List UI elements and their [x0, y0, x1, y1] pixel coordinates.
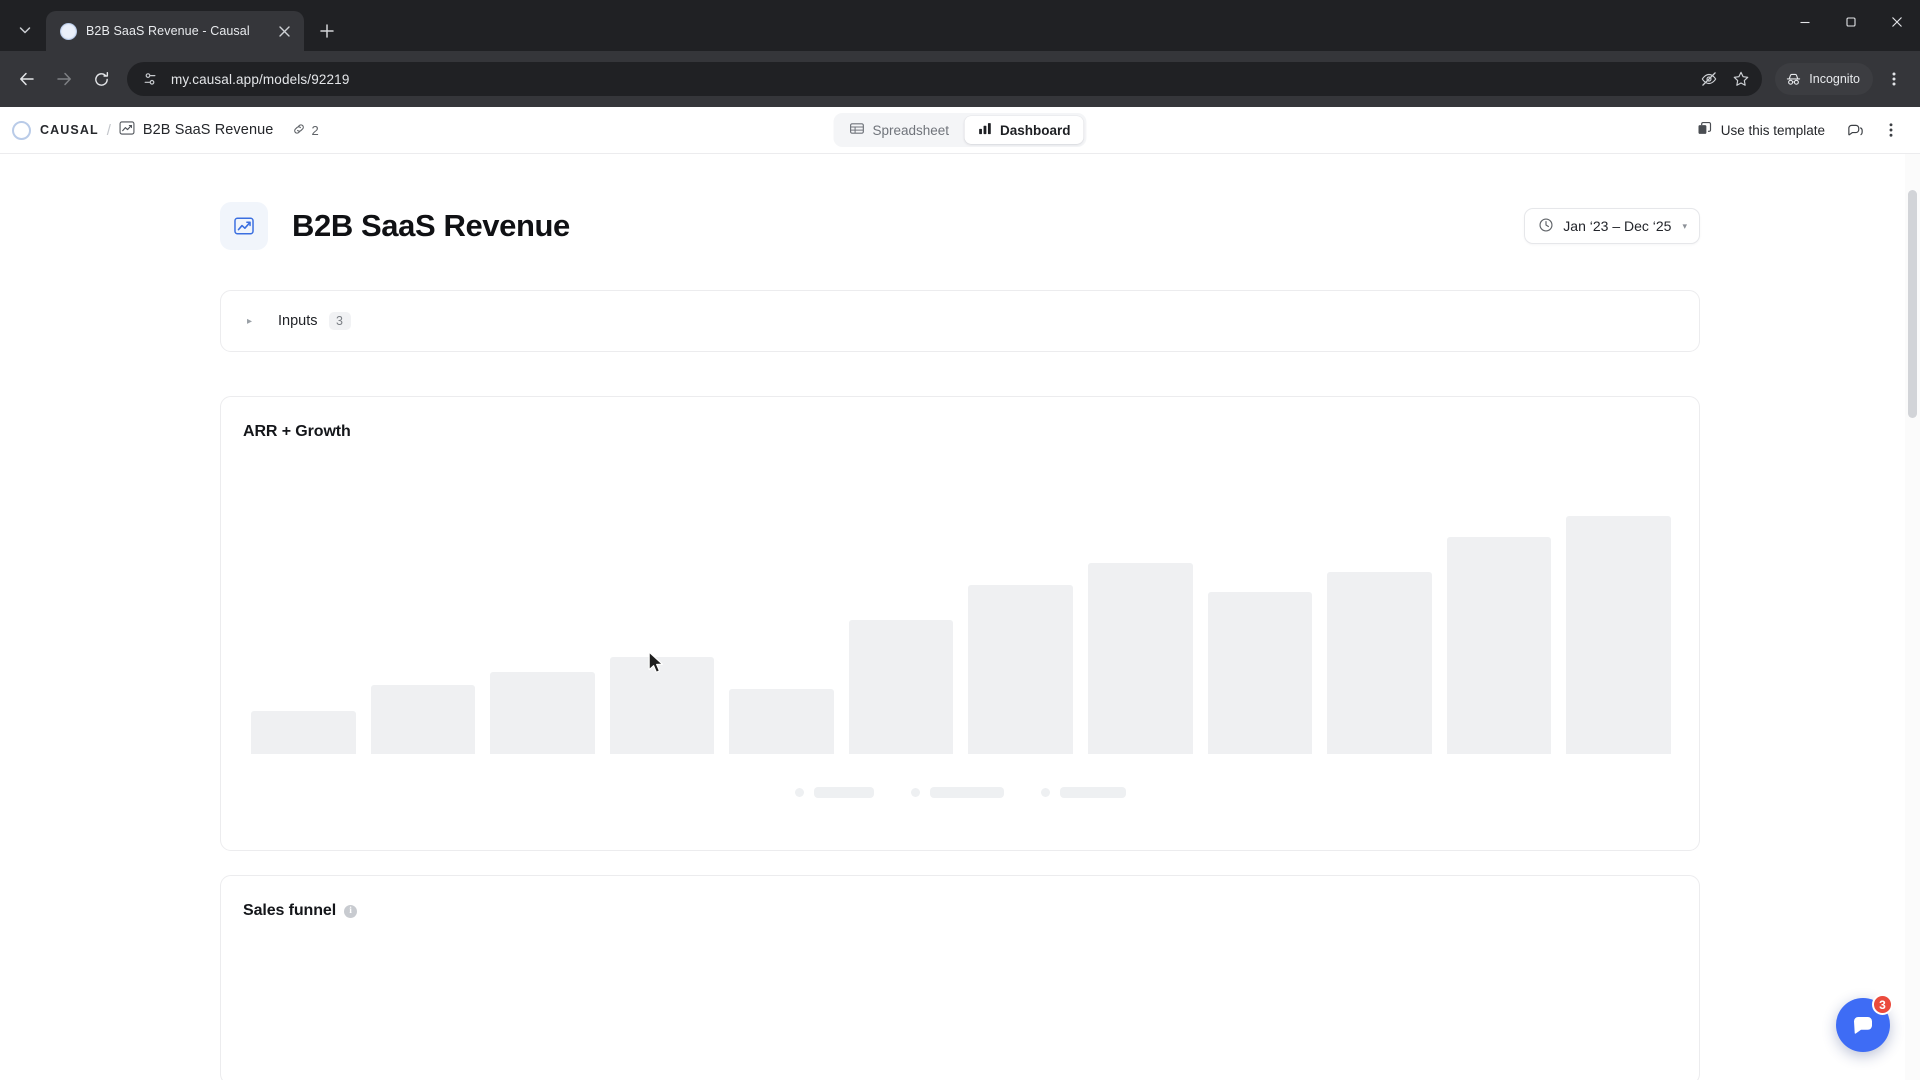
page-title: B2B SaaS Revenue [292, 208, 570, 243]
tab-spreadsheet[interactable]: Spreadsheet [836, 116, 962, 144]
tab-spreadsheet-label: Spreadsheet [872, 122, 950, 138]
legend-dot-icon [794, 788, 804, 797]
inputs-label: Inputs [278, 313, 318, 329]
browser-window: B2B SaaS Revenue - Causal my.causal.app/… [0, 0, 1920, 1080]
browser-tab[interactable]: B2B SaaS Revenue - Causal [46, 11, 304, 51]
dashboard-content: B2B SaaS Revenue Jan ‘23 – Dec ‘25 ▾ ▸ I… [220, 154, 1700, 1080]
page-viewport: CAUSAL / B2B SaaS Revenue 2 Spreadsheet … [0, 107, 1920, 1080]
star-icon[interactable] [1726, 64, 1756, 94]
page-title-row: B2B SaaS Revenue Jan ‘23 – Dec ‘25 ▾ [220, 154, 1700, 250]
scrollbar-thumb[interactable] [1908, 190, 1917, 418]
legend-dot-icon [910, 788, 920, 797]
legend-skeleton-item [910, 787, 1004, 798]
incognito-icon [1787, 73, 1801, 85]
url-text: my.causal.app/models/92219 [171, 71, 350, 87]
copy-icon [1697, 121, 1712, 139]
chat-icon [1854, 1017, 1872, 1034]
tab-dashboard[interactable]: Dashboard [964, 116, 1084, 144]
legend-label-placeholder [1059, 787, 1126, 798]
chart-bar [251, 710, 356, 754]
chart-card-sales-funnel[interactable]: Sales funnel i [220, 875, 1700, 1080]
link-icon [292, 122, 306, 139]
inputs-section[interactable]: ▸ Inputs 3 [220, 290, 1700, 352]
disclosure-triangle-icon[interactable]: ▸ [247, 316, 261, 327]
minimize-icon[interactable] [1782, 0, 1828, 44]
tab-dashboard-label: Dashboard [1000, 122, 1071, 138]
chart-bar [1088, 563, 1193, 754]
address-bar[interactable]: my.causal.app/models/92219 [127, 62, 1763, 96]
link-count: 2 [311, 122, 319, 138]
breadcrumb[interactable]: B2B SaaS Revenue [119, 120, 274, 141]
maximize-icon[interactable] [1828, 0, 1874, 44]
brand-name: CAUSAL [40, 123, 99, 137]
info-icon[interactable]: i [344, 904, 358, 918]
clock-icon [1538, 217, 1554, 236]
incognito-indicator[interactable]: Incognito [1775, 63, 1873, 95]
chart-bar [609, 656, 715, 754]
reload-icon[interactable] [84, 62, 118, 96]
omnibox-actions [1694, 64, 1756, 94]
chart-skeleton-bars [251, 494, 1671, 754]
bar-chart-icon [977, 121, 992, 139]
new-tab-button[interactable] [312, 16, 342, 46]
chart-bar [1207, 591, 1313, 754]
causal-logo-icon [12, 120, 31, 140]
window-controls [1782, 0, 1920, 44]
chat-widget-button[interactable]: 3 [1836, 994, 1893, 1052]
legend-skeleton-item [1040, 787, 1126, 798]
chart-bar [490, 671, 595, 754]
chart-bar [729, 689, 834, 754]
breadcrumb-label: B2B SaaS Revenue [142, 122, 274, 138]
chart-bar [1327, 572, 1432, 754]
page-icon [60, 22, 77, 40]
breadcrumb-separator: / [106, 121, 111, 139]
chat-unread-badge: 3 [1872, 994, 1893, 1015]
tab-search-icon[interactable] [6, 13, 44, 47]
legend-skeleton-item [794, 787, 874, 798]
table-icon [849, 121, 864, 139]
chart-bar [370, 684, 476, 754]
chart-title-text: ARR + Growth [243, 423, 351, 440]
dashboard-page: B2B SaaS Revenue Jan ‘23 – Dec ‘25 ▾ ▸ I… [0, 154, 1920, 1080]
legend-dot-icon [1040, 788, 1050, 797]
link-count-chip[interactable]: 2 [286, 119, 324, 142]
date-range-selector[interactable]: Jan ‘23 – Dec ‘25 ▾ [1524, 208, 1700, 244]
chart-card-title: ARR + Growth [243, 423, 1677, 441]
brand[interactable]: CAUSAL [12, 120, 99, 140]
eye-off-icon[interactable] [1694, 64, 1724, 94]
legend-label-placeholder [929, 787, 1004, 798]
legend-label-placeholder [813, 787, 874, 798]
browser-toolbar: my.causal.app/models/92219 Incognito [0, 51, 1920, 107]
page-scrollbar[interactable] [1905, 154, 1920, 1080]
forward-arrow-icon[interactable] [47, 62, 81, 96]
line-chart-icon [119, 120, 135, 141]
window-close-icon[interactable] [1874, 0, 1920, 44]
view-tab-group: Spreadsheet Dashboard [833, 113, 1087, 147]
chart-card-arr-growth[interactable]: ARR + Growth [220, 396, 1700, 851]
app-header-actions: Use this template [1686, 115, 1906, 146]
chart-bar [968, 585, 1074, 754]
back-arrow-icon[interactable] [10, 62, 44, 96]
use-template-label: Use this template [1720, 122, 1825, 138]
chart-tile-icon [220, 202, 268, 250]
comment-icon[interactable] [1840, 115, 1871, 146]
tab-title: B2B SaaS Revenue - Causal [86, 24, 250, 38]
chart-skeleton-legend [221, 787, 1699, 798]
more-menu-icon[interactable] [1875, 115, 1906, 146]
close-icon[interactable] [274, 21, 294, 41]
inputs-count-badge: 3 [328, 312, 351, 330]
app-header: CAUSAL / B2B SaaS Revenue 2 Spreadsheet … [0, 107, 1920, 154]
use-template-button[interactable]: Use this template [1686, 115, 1836, 146]
site-settings-icon[interactable] [139, 68, 161, 90]
date-range-label: Jan ‘23 – Dec ‘25 [1563, 218, 1672, 234]
incognito-label: Incognito [1809, 72, 1860, 86]
chart-bar [1446, 537, 1552, 754]
kebab-menu-icon[interactable] [1878, 63, 1910, 95]
sales-funnel-title-text: Sales funnel [243, 902, 337, 919]
chevron-down-icon: ▾ [1682, 220, 1687, 231]
chart-bar [1566, 515, 1671, 754]
tab-strip: B2B SaaS Revenue - Causal [0, 0, 1920, 51]
chart-bar [848, 619, 954, 754]
sales-funnel-title: Sales funnel i [243, 902, 1677, 920]
